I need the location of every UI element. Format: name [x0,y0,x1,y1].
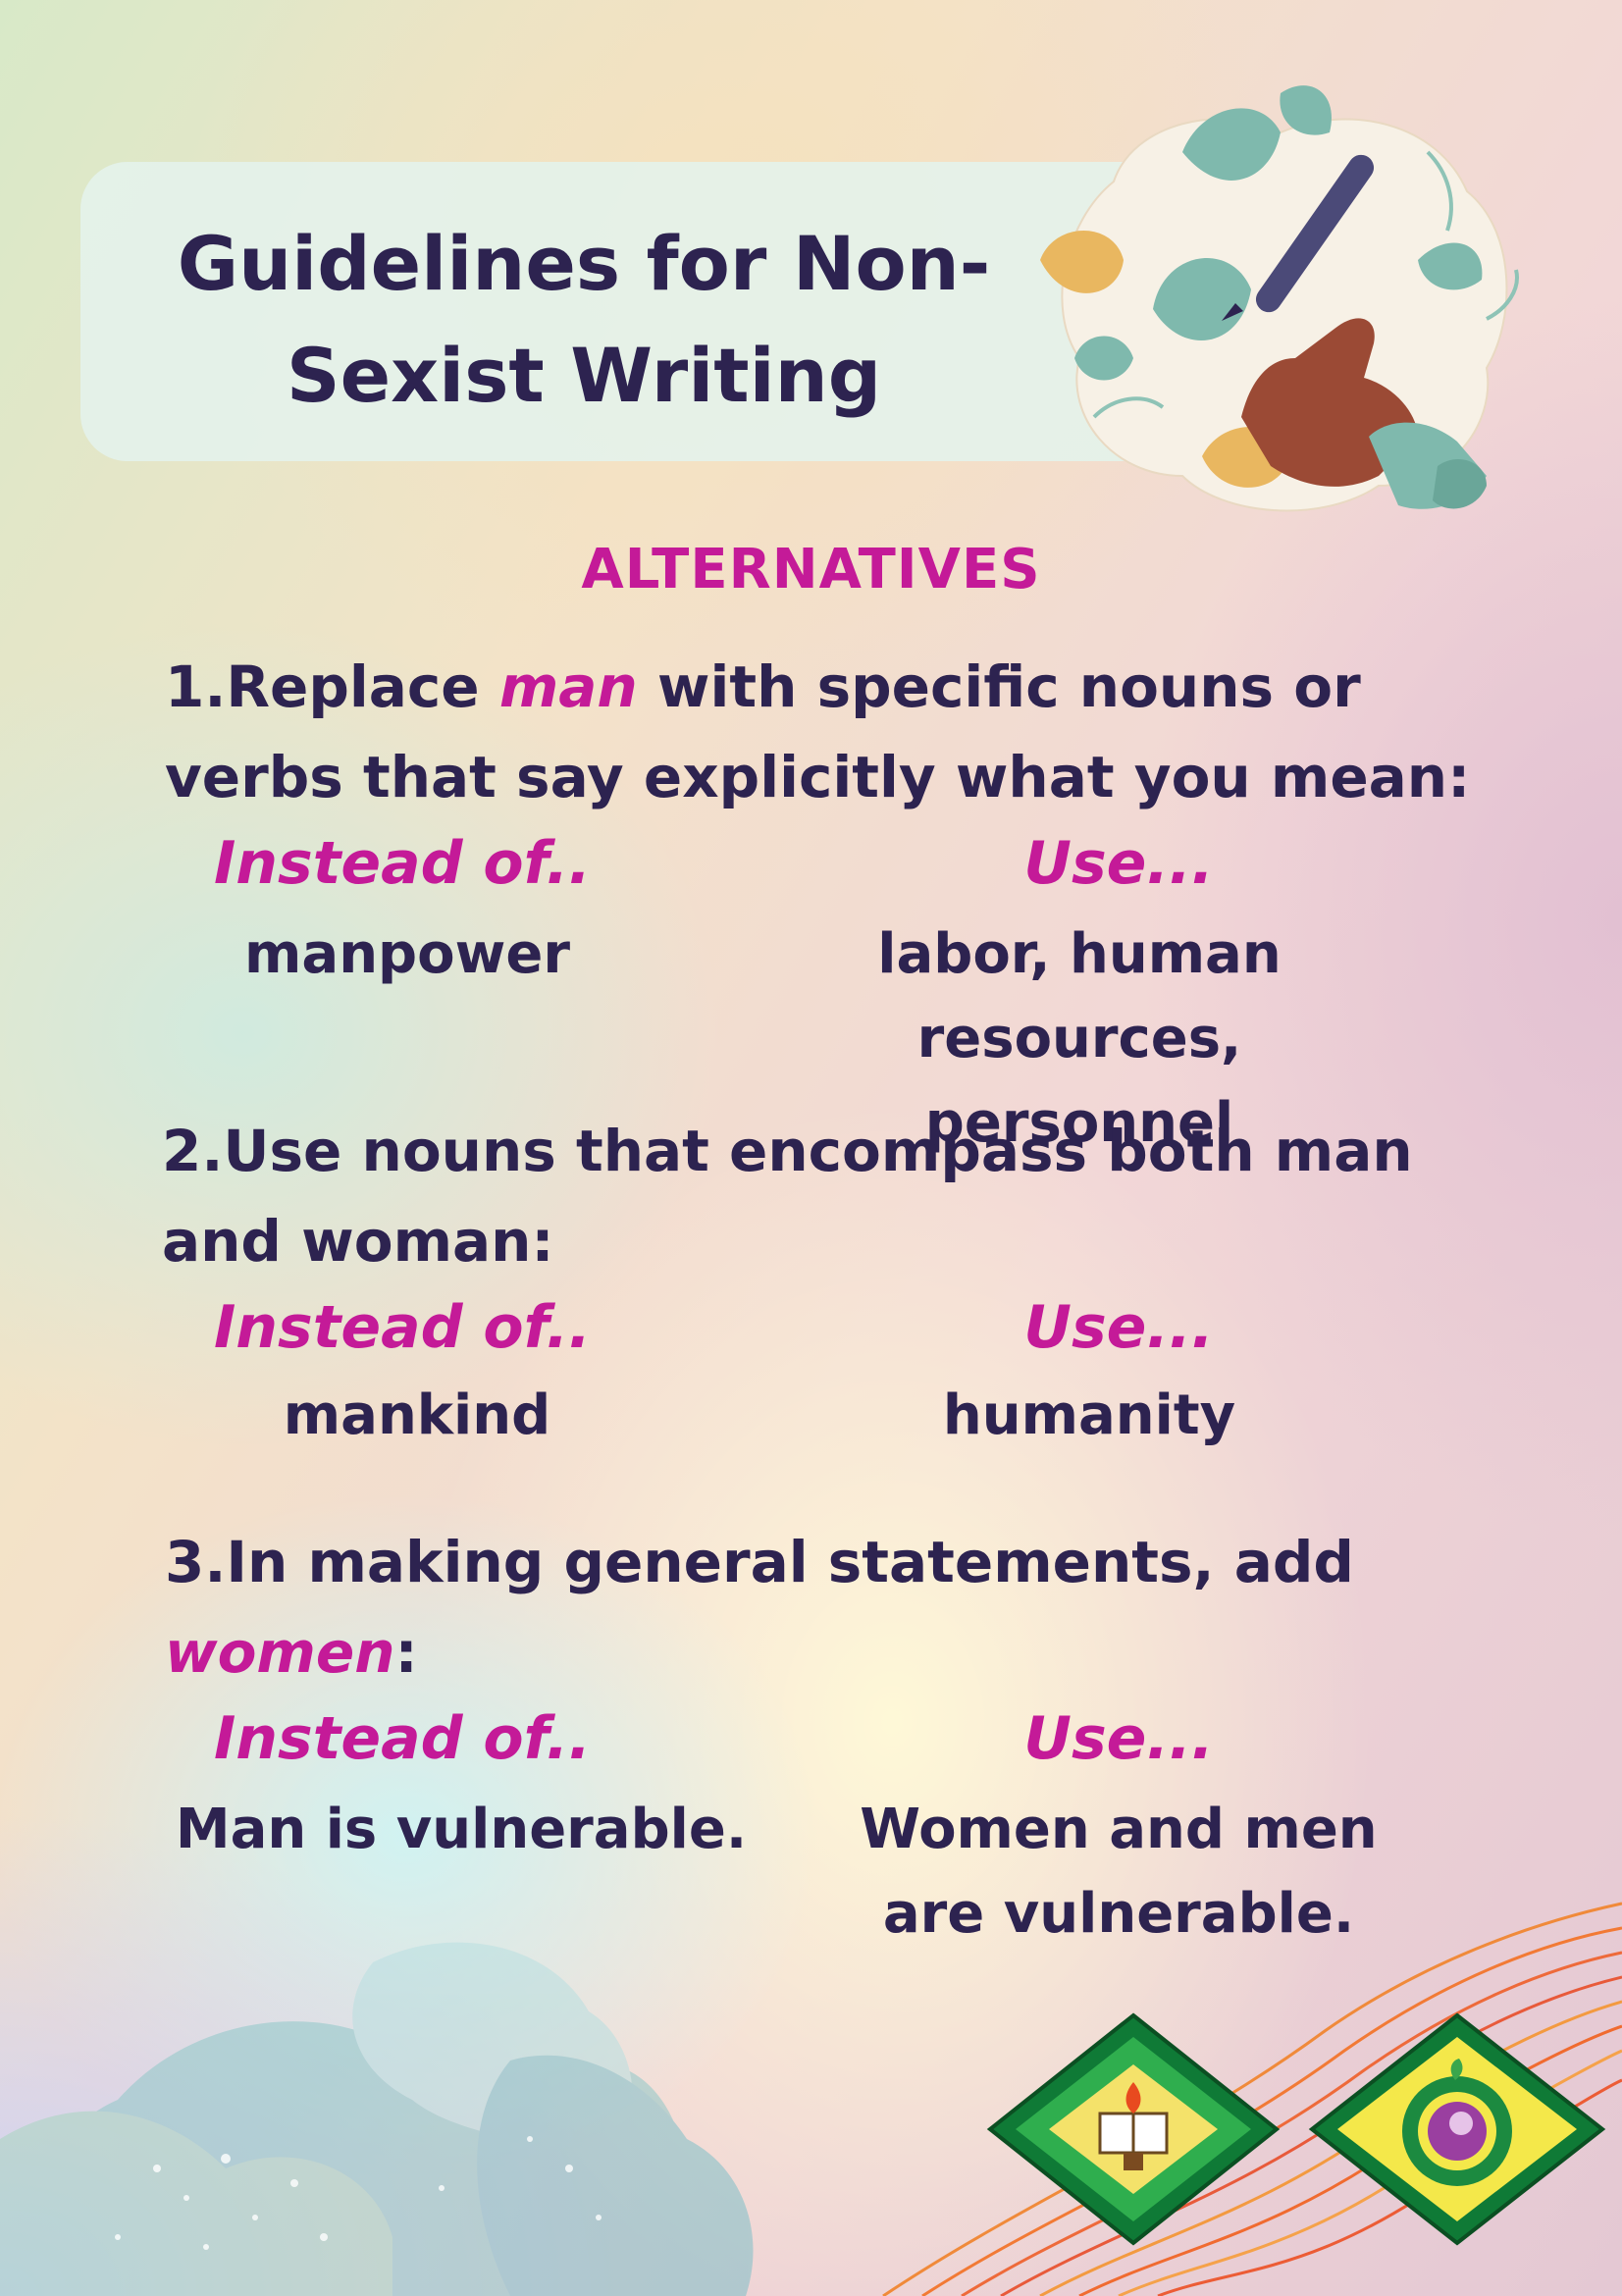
rule-3-text-line-1: In making general statements, add [226,1529,1354,1595]
rule-3-line-1: 3.In making general statements, add [165,1517,1354,1607]
rule-1-line-1: 1.Replace man with specific nouns or [165,642,1470,732]
title-line-2: Sexist Writing [286,332,882,419]
page-title: Guidelines for Non- Sexist Writing [128,208,1040,432]
rule-1-number: 1. [165,653,227,720]
rule-1-text: 1.Replace man with specific nouns or ver… [165,642,1470,822]
hand-with-pen-icon [1040,85,1519,512]
rule-2-use-label: Use... [1023,1293,1214,1362]
rule-3-use-line-1: Women and men [860,1798,1378,1861]
rule-3-line-2: women: [165,1607,1354,1697]
title-line-1: Guidelines for Non- [177,220,991,307]
section-heading: ALTERNATIVES [581,538,1041,601]
rule-1-instead-label: Instead of.. [213,829,592,898]
rule-2-instead-value: mankind [283,1383,551,1447]
rule-1-emphasis: man [498,653,638,720]
rule-3-instead-label: Instead of.. [213,1704,592,1773]
gad-logo [1308,2012,1606,2246]
rule-1-text-before: Replace [226,653,499,720]
rule-2-text-line-1: Use nouns that encompass both man [223,1118,1413,1184]
rule-2-line-1: 2.Use nouns that encompass both man [162,1106,1413,1196]
rule-3-use-label: Use... [1023,1704,1214,1773]
rule-1-use-label: Use... [1023,829,1214,898]
rule-2-instead-label: Instead of.. [213,1293,592,1362]
rule-1-instead-value: manpower [244,922,570,986]
rule-1-use-line-1: labor, human resources, [877,922,1282,1070]
cvsu-logo [986,2012,1281,2246]
rule-3-use-value: Women and men are vulnerable. [805,1788,1433,1957]
rule-2-number: 2. [162,1118,224,1184]
rule-3-instead-value: Man is vulnerable. [175,1798,748,1861]
rule-3-use-line-2: are vulnerable. [882,1882,1355,1946]
rule-3-number: 3. [165,1529,227,1595]
rule-3-text: 3.In making general statements, add wome… [165,1517,1354,1697]
rule-1-line-2: verbs that say explicitly what you mean: [165,744,1471,810]
rule-2-use-value: humanity [942,1383,1236,1447]
rule-1-text-after: with specific nouns or [637,653,1361,720]
rule-3-emphasis: women [165,1619,395,1686]
logos [986,2012,1606,2246]
rule-2-line-2: and woman: [162,1208,554,1275]
rule-3-colon: : [394,1619,418,1686]
rule-2-text: 2.Use nouns that encompass both man and … [162,1106,1413,1286]
